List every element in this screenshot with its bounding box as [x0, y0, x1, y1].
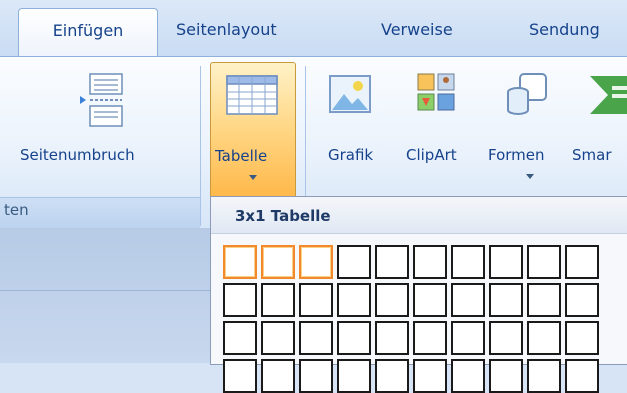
clipart-icon — [417, 73, 455, 111]
shapes-icon — [507, 73, 547, 115]
table-grid-cell[interactable] — [527, 283, 561, 317]
table-grid-cell[interactable] — [413, 283, 447, 317]
table-grid-cell[interactable] — [489, 359, 523, 393]
table-grid-cell[interactable] — [261, 359, 295, 393]
ribbon-tab-bar: Einfügen Seitenlayout Verweise Sendung — [0, 0, 627, 57]
table-grid-cell[interactable] — [261, 321, 295, 355]
group-separator — [200, 66, 201, 226]
grafik-button[interactable]: Grafik — [318, 62, 398, 196]
insert-table-title: 3x1 Tabelle — [235, 207, 331, 225]
table-grid-cell[interactable] — [375, 359, 409, 393]
picture-icon — [329, 75, 371, 113]
table-grid-cell[interactable] — [451, 245, 485, 279]
table-grid-cell[interactable] — [413, 321, 447, 355]
tab-verweise[interactable]: Verweise — [381, 20, 453, 39]
page-break-icon — [80, 73, 123, 127]
table-grid-cell[interactable] — [223, 321, 257, 355]
table-grid-cell[interactable] — [489, 321, 523, 355]
grafik-label: Grafik — [328, 146, 374, 164]
clipart-button[interactable]: ClipArt — [404, 62, 484, 196]
seitenumbruch-button[interactable]: Seitenumbruch — [14, 62, 190, 196]
group-label-bar: ten — [0, 197, 200, 228]
table-grid-cell[interactable] — [451, 359, 485, 393]
table-grid-cell[interactable] — [223, 245, 257, 279]
table-grid-cell[interactable] — [565, 359, 599, 393]
tab-einfuegen-label: Einfügen — [52, 21, 124, 40]
chevron-down-icon — [526, 174, 534, 179]
tab-seitenlayout[interactable]: Seitenlayout — [176, 20, 277, 39]
table-grid-cell[interactable] — [223, 283, 257, 317]
chevron-down-icon — [249, 175, 257, 180]
table-grid-cell[interactable] — [527, 359, 561, 393]
table-grid-cell[interactable] — [451, 321, 485, 355]
table-grid-cell[interactable] — [223, 359, 257, 393]
table-grid-cell[interactable] — [299, 359, 333, 393]
table-grid-cell[interactable] — [261, 245, 295, 279]
table-grid-cell[interactable] — [527, 321, 561, 355]
table-grid-cell[interactable] — [337, 245, 371, 279]
table-grid-cell[interactable] — [337, 283, 371, 317]
formen-button[interactable]: Formen — [488, 62, 568, 196]
smartart-label: Smar — [572, 146, 612, 164]
table-grid-cell[interactable] — [375, 321, 409, 355]
table-grid-cell[interactable] — [261, 283, 295, 317]
group-label: ten — [4, 201, 29, 219]
seitenumbruch-label: Seitenumbruch — [20, 146, 135, 164]
table-grid-cell[interactable] — [413, 245, 447, 279]
table-grid-cell[interactable] — [337, 321, 371, 355]
table-icon — [226, 75, 278, 115]
table-grid-cell[interactable] — [451, 283, 485, 317]
table-grid-cell[interactable] — [299, 245, 333, 279]
formen-label: Formen — [488, 146, 545, 164]
table-grid-cell[interactable] — [375, 245, 409, 279]
tabelle-button[interactable]: Tabelle — [210, 62, 296, 198]
table-grid-cell[interactable] — [489, 283, 523, 317]
tabelle-label: Tabelle — [215, 147, 268, 165]
table-grid-cell[interactable] — [565, 321, 599, 355]
smartart-icon — [590, 76, 627, 114]
tab-sendungen[interactable]: Sendung — [529, 20, 600, 39]
table-grid-cell[interactable] — [337, 359, 371, 393]
smartart-button[interactable]: Smar — [572, 62, 627, 196]
divider — [0, 290, 210, 291]
table-grid-cell[interactable] — [565, 245, 599, 279]
table-grid-cell[interactable] — [489, 245, 523, 279]
tab-einfuegen[interactable]: Einfügen — [18, 8, 158, 57]
table-grid-cell[interactable] — [375, 283, 409, 317]
insert-table-dropdown: 3x1 Tabelle — [210, 196, 627, 393]
table-grid-cell[interactable] — [565, 283, 599, 317]
table-grid-cell[interactable] — [299, 283, 333, 317]
table-grid-cell[interactable] — [299, 321, 333, 355]
table-grid-cell[interactable] — [413, 359, 447, 393]
clipart-label: ClipArt — [406, 146, 457, 164]
table-grid-cell[interactable] — [527, 245, 561, 279]
insert-table-header: 3x1 Tabelle — [211, 197, 627, 234]
